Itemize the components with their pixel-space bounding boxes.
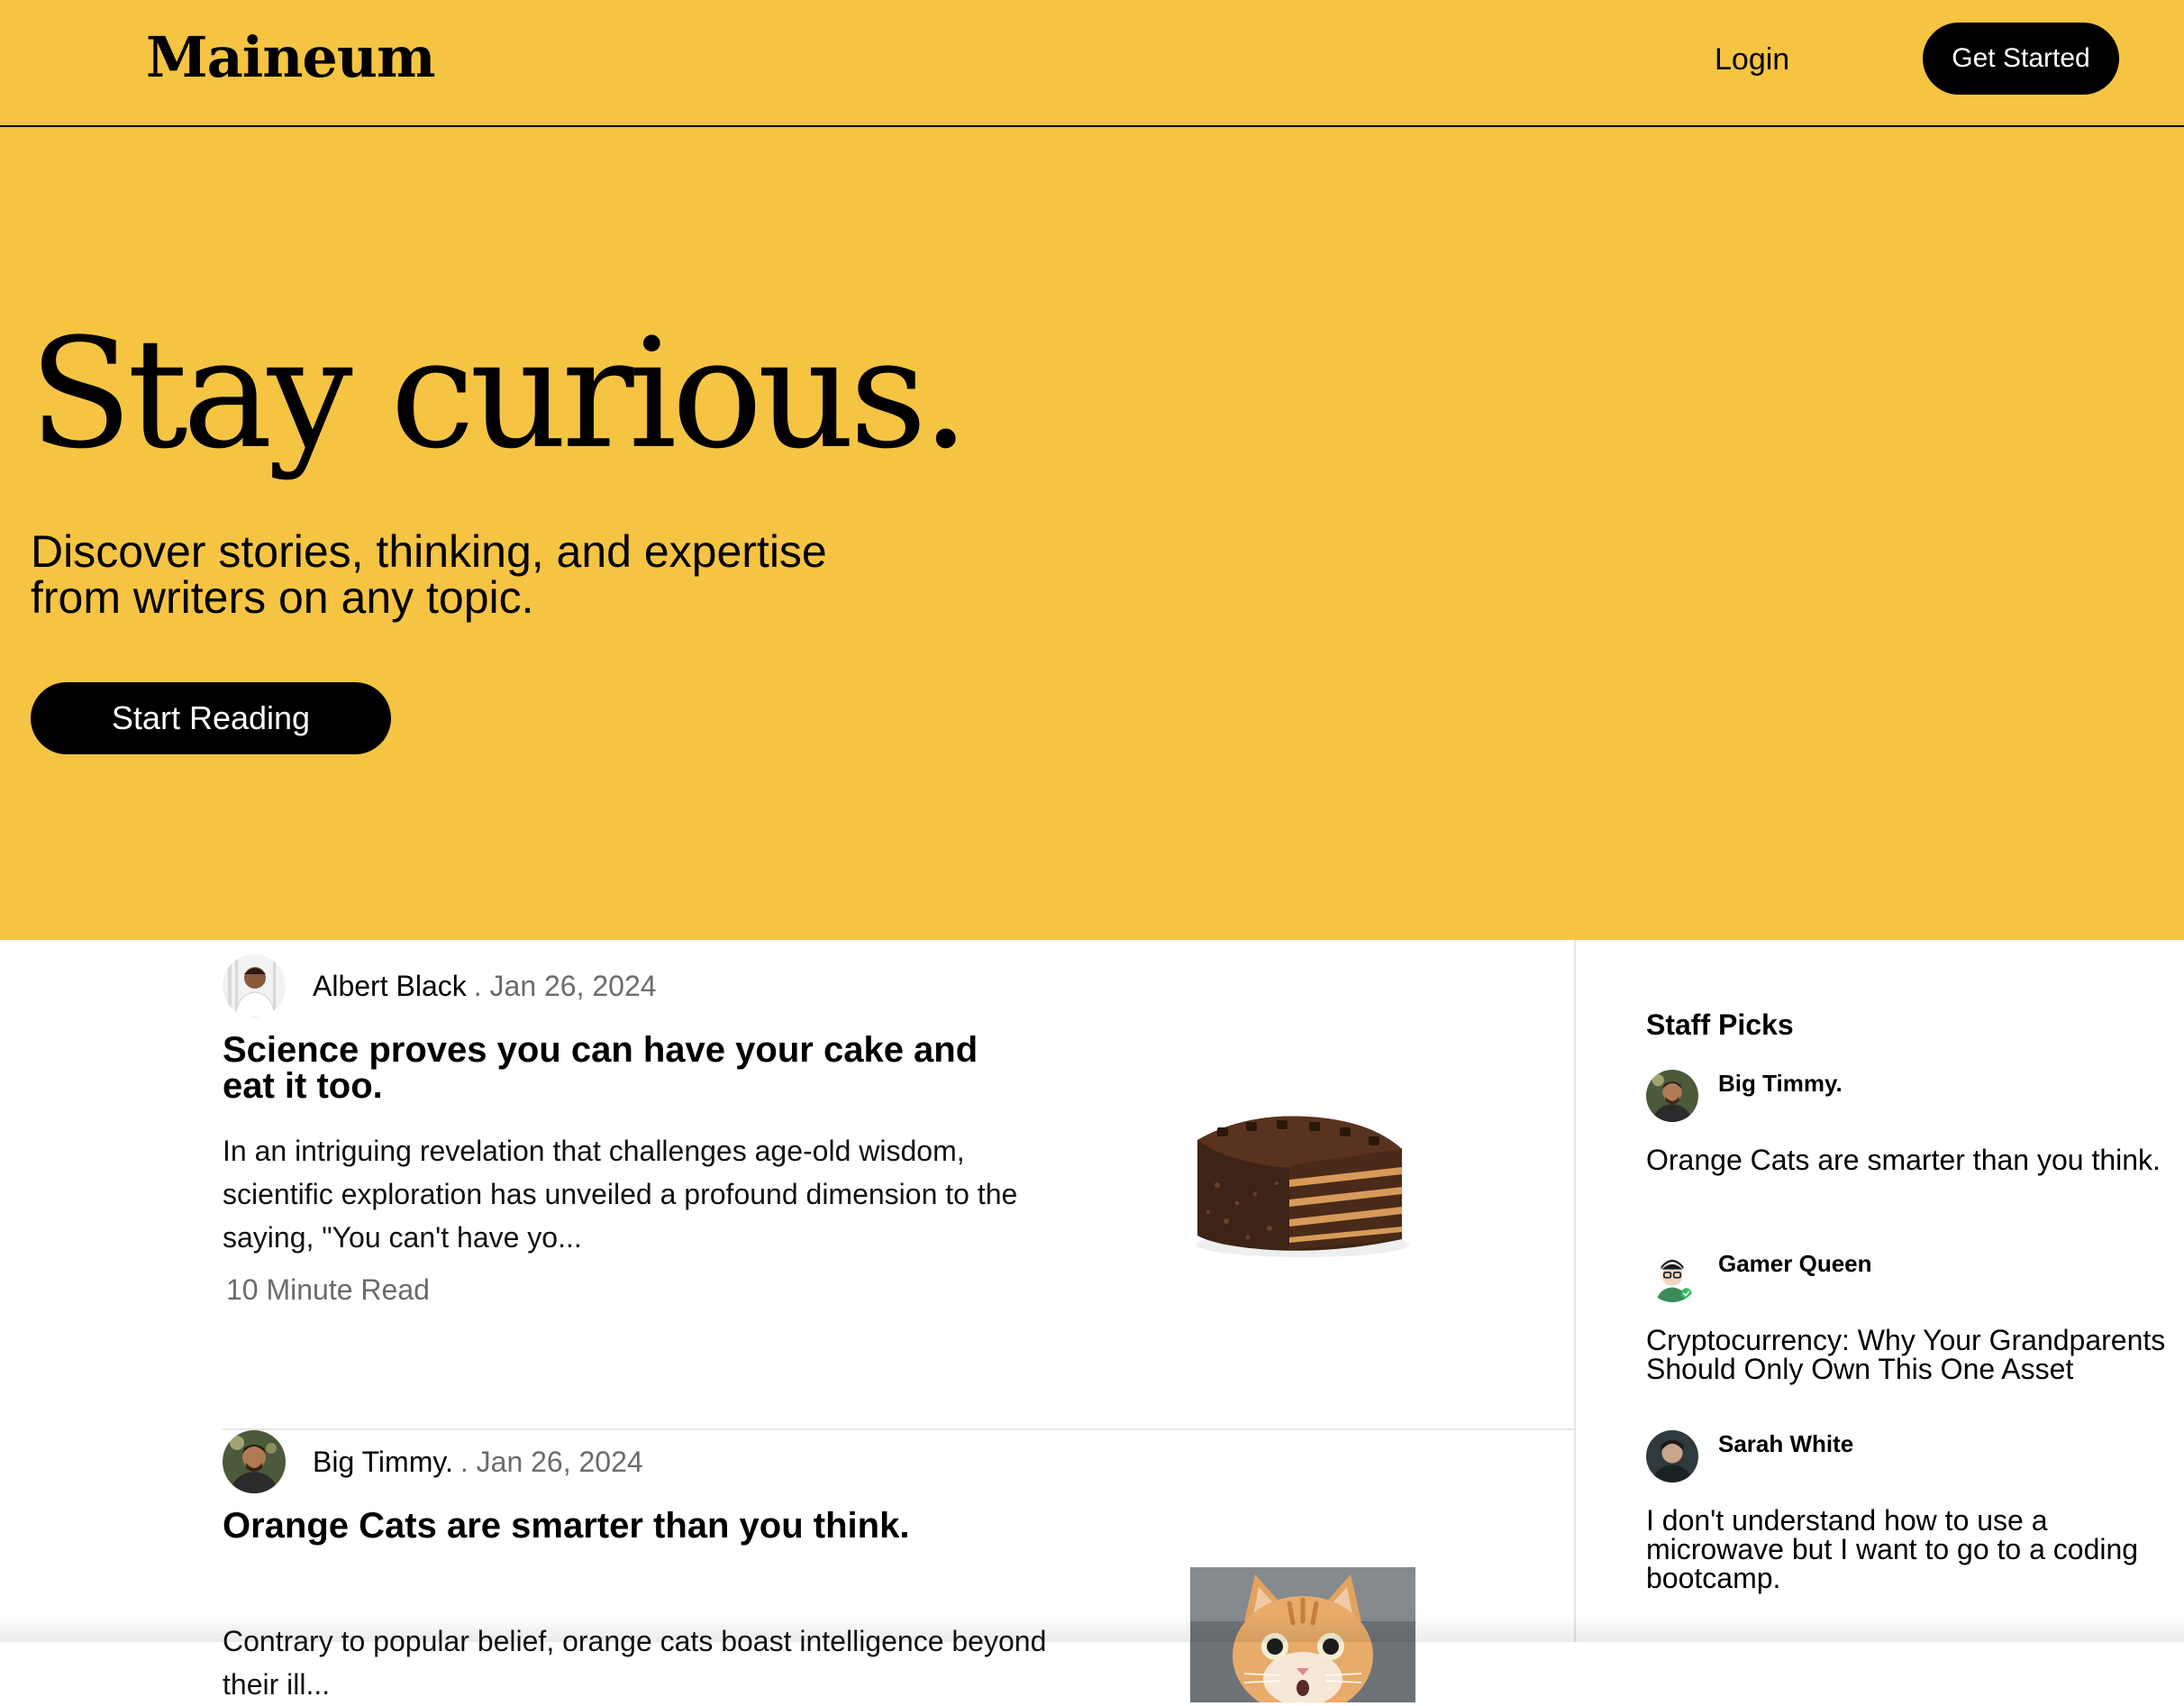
pick-title[interactable]: I don't understand how to use a microwav… — [1646, 1506, 2178, 1592]
pick-author-name[interactable]: Big Timmy. — [1718, 1070, 1843, 1098]
get-started-button[interactable]: Get Started — [1923, 23, 2119, 95]
article-title[interactable]: Science proves you can have your cake an… — [223, 1032, 1015, 1104]
article-author-row: Big Timmy. . Jan 26, 2024 — [223, 1430, 643, 1493]
hero-title: Stay curious. — [29, 306, 969, 482]
article-card[interactable]: Big Timmy. . Jan 26, 2024 Orange Cats ar… — [223, 1430, 1574, 1702]
start-reading-button[interactable]: Start Reading — [31, 682, 391, 754]
chocolate-cake-image[interactable] — [1190, 1086, 1415, 1266]
login-link[interactable]: Login — [1715, 40, 1789, 79]
author-avatar[interactable] — [223, 954, 286, 1017]
read-time: 10 Minute Read — [226, 1273, 430, 1306]
scroll-fade — [0, 1613, 2184, 1642]
top-navbar: Maineum Login Get Started — [0, 0, 2184, 127]
author-avatar[interactable] — [223, 1430, 286, 1493]
author-name[interactable]: Albert Black — [313, 970, 467, 1003]
staff-picks-sidebar: Staff Picks Big Timmy. Orange Cats are s… — [1576, 940, 2184, 1642]
author-name[interactable]: Big Timmy. — [313, 1446, 453, 1479]
pick-author-name[interactable]: Sarah White — [1718, 1430, 1853, 1458]
hero-subtitle: Discover stories, thinking, and expertis… — [31, 526, 827, 623]
post-date: . Jan 26, 2024 — [460, 1445, 643, 1478]
article-excerpt: In an intriguing revelation that challen… — [223, 1135, 1018, 1254]
article-author-row: Albert Black . Jan 26, 2024 — [223, 954, 657, 1017]
staff-picks-heading: Staff Picks — [1646, 1008, 1794, 1041]
article-title[interactable]: Orange Cats are smarter than you think. — [223, 1508, 1015, 1544]
article-card[interactable]: Albert Black . Jan 26, 2024 Science prov… — [223, 954, 1574, 1430]
pick-title[interactable]: Cryptocurrency: Why Your Grandparents Sh… — [1646, 1326, 2178, 1383]
pick-author-name[interactable]: Gamer Queen — [1718, 1250, 1872, 1278]
site-logo[interactable]: Maineum — [146, 22, 436, 94]
pick-title[interactable]: Orange Cats are smarter than you think. — [1646, 1145, 2178, 1174]
hero-section: Stay curious. Discover stories, thinking… — [0, 127, 2184, 940]
pick-author-avatar[interactable] — [1646, 1430, 1698, 1482]
article-feed: Albert Black . Jan 26, 2024 Science prov… — [0, 940, 1575, 1702]
pick-author-avatar[interactable] — [1646, 1250, 1698, 1302]
pick-author-avatar[interactable] — [1646, 1070, 1698, 1122]
post-date: . Jan 26, 2024 — [473, 969, 657, 1002]
